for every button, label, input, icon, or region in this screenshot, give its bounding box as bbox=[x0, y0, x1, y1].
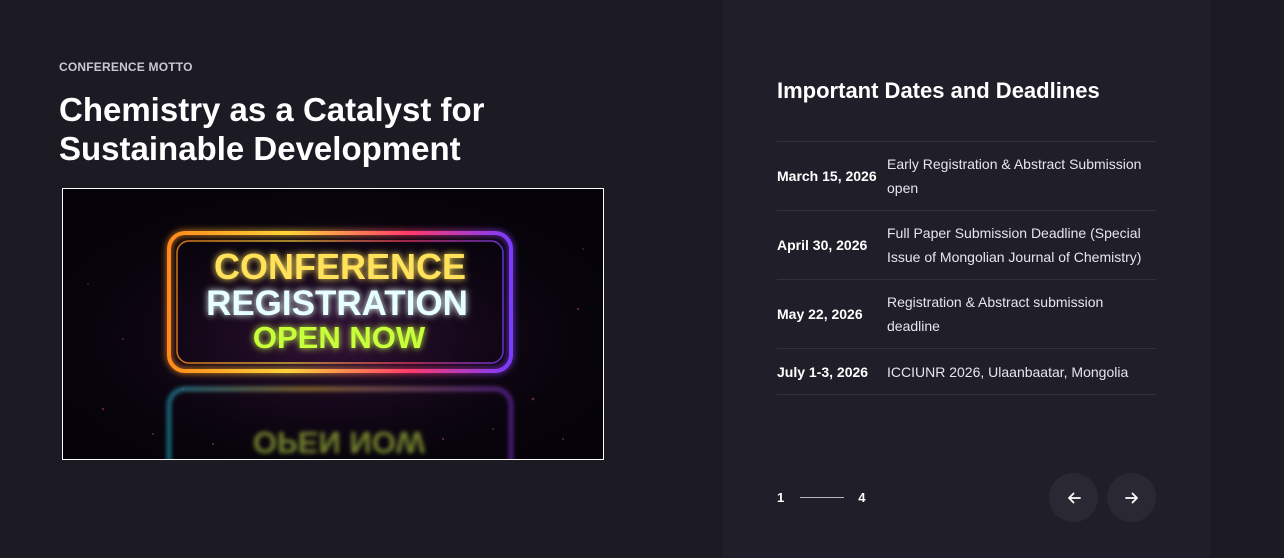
slide-pagination: 1 4 bbox=[777, 490, 865, 505]
panel-title: Important Dates and Deadlines bbox=[777, 78, 1100, 103]
headline-line-2: Sustainable Development bbox=[59, 130, 461, 167]
headline-line-1: Chemistry as a Catalyst for bbox=[59, 91, 485, 128]
row-date: March 15, 2026 bbox=[777, 168, 877, 184]
row-event: Full Paper Submission Deadline (Special … bbox=[887, 225, 1142, 265]
important-dates-panel: Important Dates and Deadlines March 15, … bbox=[723, 0, 1211, 558]
table-row: July 1-3, 2026 ICCIUNR 2026, Ulaanbaatar… bbox=[777, 349, 1156, 395]
banner-line-1: CONFERENCE bbox=[214, 246, 466, 287]
banner-line-2: REGISTRATION bbox=[206, 284, 468, 323]
row-date: July 1-3, 2026 bbox=[777, 363, 869, 380]
section-eyebrow: CONFERENCE MOTTO bbox=[59, 60, 193, 74]
row-event: ICCIUNR 2026, Ulaanbaatar, Mongolia bbox=[887, 363, 1129, 380]
row-date: May 22, 2026 bbox=[777, 306, 863, 322]
row-event: Early Registration & Abstract Submission… bbox=[887, 156, 1142, 196]
arrow-left-icon bbox=[1067, 492, 1081, 503]
pager-progress-line bbox=[800, 497, 845, 498]
banner-line-3: OPEN NOW bbox=[253, 320, 426, 355]
pager-total: 4 bbox=[858, 490, 866, 505]
table-row: March 15, 2026 Early Registration & Abst… bbox=[777, 142, 1156, 211]
banner-reflection: OPEN NOW bbox=[253, 425, 426, 459]
table-row: April 30, 2026 Full Paper Submission Dea… bbox=[777, 211, 1156, 280]
pager-current: 1 bbox=[777, 490, 785, 505]
motto-headline: Chemistry as a Catalyst for Sustainable … bbox=[59, 90, 579, 168]
registration-banner-image: CONFERENCE REGISTRATION OPEN NOW OPEN NO… bbox=[62, 188, 604, 460]
row-date: April 30, 2026 bbox=[777, 237, 868, 253]
next-slide-button[interactable] bbox=[1107, 473, 1156, 522]
row-event: Registration & Abstract submission deadl… bbox=[887, 294, 1104, 334]
arrow-right-icon bbox=[1124, 492, 1138, 503]
dates-table: March 15, 2026 Early Registration & Abst… bbox=[777, 141, 1156, 395]
previous-slide-button[interactable] bbox=[1049, 473, 1098, 522]
table-row: May 22, 2026 Registration & Abstract sub… bbox=[777, 280, 1156, 349]
